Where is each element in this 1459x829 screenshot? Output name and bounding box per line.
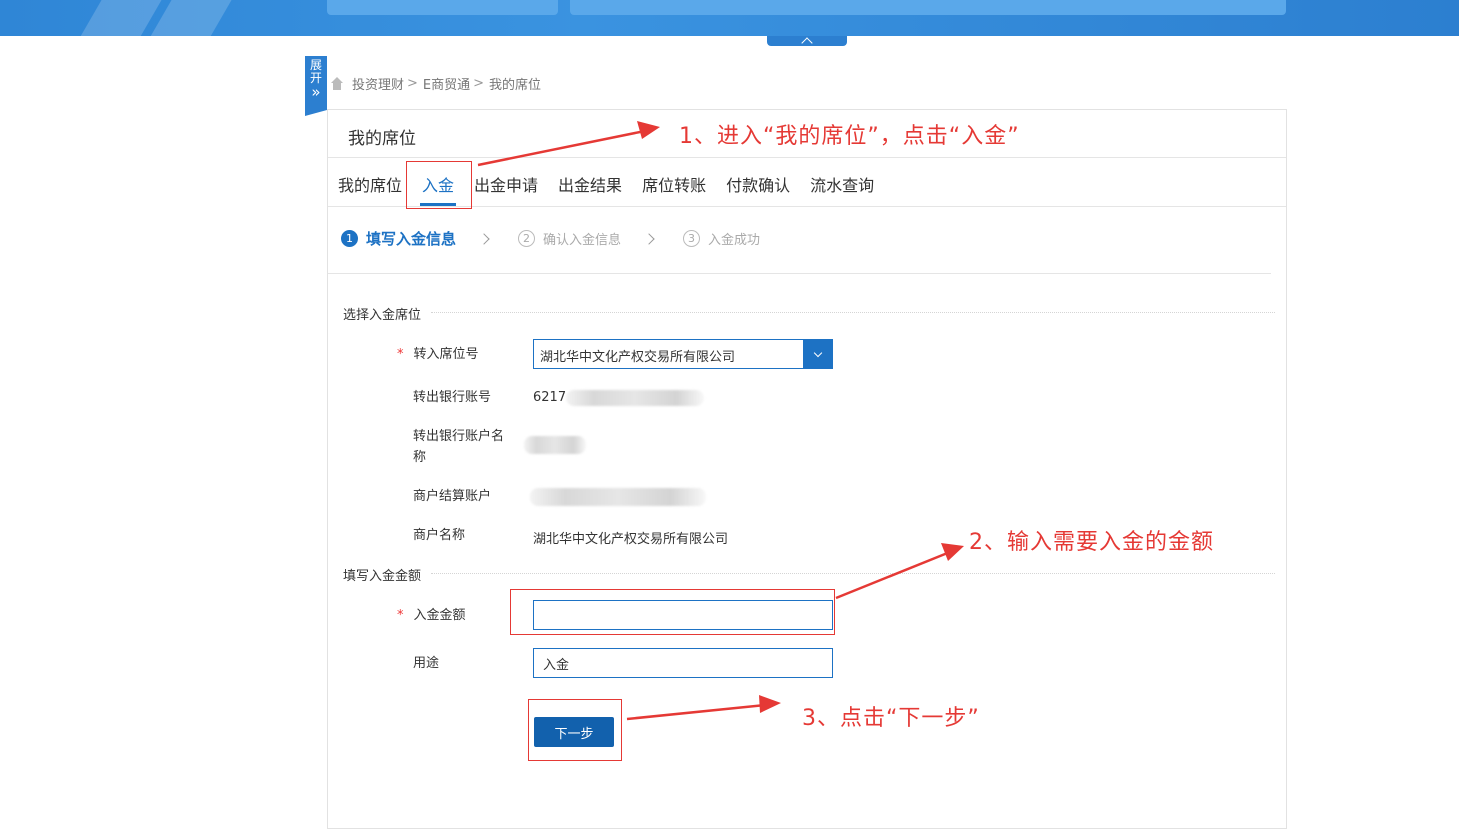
merchant-account-label: 商户结算账户: [413, 489, 492, 504]
highlight-box-amount: [510, 589, 835, 635]
tab-transaction-query[interactable]: 流水查询: [810, 172, 874, 206]
step-indicator: 1 填写入金信息 2 确认入金信息 3 入金成功: [341, 228, 760, 249]
step-number: 3: [683, 230, 701, 247]
chevron-right-icon: [643, 232, 655, 245]
purpose-label: 用途: [413, 656, 440, 671]
bank-account-label: 转出银行账号: [413, 390, 492, 405]
step-success: 3 入金成功: [683, 229, 760, 248]
bank-account-value: 6217: [533, 390, 567, 405]
annotation-step3: 3、点击“下一步”: [802, 706, 980, 731]
merchant-name-value: 湖北华中文化产权交易所有限公司: [533, 532, 729, 547]
step-confirm-info: 2 确认入金信息: [518, 229, 621, 248]
step-number: 1: [341, 230, 358, 247]
banner-panel-right: [570, 0, 1286, 15]
breadcrumb-item[interactable]: E商贸通: [423, 74, 470, 93]
redacted-blur: [566, 390, 704, 406]
breadcrumb-separator: >: [407, 76, 418, 91]
seat-select[interactable]: 湖北华中文化产权交易所有限公司: [533, 339, 833, 369]
step-number: 2: [518, 230, 536, 247]
top-banner: [0, 0, 1459, 36]
annotation-step1: 1、进入“我的席位”，点击“入金”: [679, 124, 1020, 149]
purpose-input[interactable]: [533, 648, 833, 678]
redacted-blur: [530, 488, 706, 506]
highlight-box-deposit-tab: [406, 161, 472, 209]
seat-label: * 转入席位号: [397, 347, 479, 362]
divider: [328, 157, 1286, 158]
section-title-amount: 填写入金金额: [343, 569, 422, 584]
seat-select-value: 湖北华中文化产权交易所有限公司: [540, 350, 736, 365]
required-mark: *: [397, 608, 404, 623]
merchant-name-label: 商户名称: [413, 528, 466, 543]
annotation-step2: 2、输入需要入金的金额: [969, 530, 1214, 555]
expand-sidebar-button[interactable]: 展 开 »: [305, 56, 327, 116]
collapse-banner-button[interactable]: [767, 36, 847, 49]
home-icon[interactable]: [330, 77, 344, 90]
required-mark: *: [397, 347, 404, 362]
page-title: 我的席位: [348, 129, 416, 149]
section-title-seat: 选择入金席位: [343, 308, 422, 323]
chevron-up-icon: [801, 37, 813, 49]
tab-withdraw-apply[interactable]: 出金申请: [474, 172, 538, 206]
banner-panel-left: [327, 0, 558, 15]
redacted-blur: [524, 436, 586, 454]
tab-seat-transfer[interactable]: 席位转账: [642, 172, 706, 206]
section-divider: [431, 312, 1275, 313]
breadcrumb-item[interactable]: 投资理财: [352, 74, 404, 93]
step-fill-info: 1 填写入金信息: [341, 228, 456, 249]
double-chevron-right-icon: »: [311, 83, 321, 101]
highlight-box-next: [528, 699, 622, 761]
tab-payment-confirm[interactable]: 付款确认: [726, 172, 790, 206]
chevron-right-icon: [478, 232, 490, 245]
breadcrumb: 投资理财 > E商贸通 > 我的席位: [330, 74, 541, 93]
breadcrumb-separator: >: [473, 76, 485, 91]
section-divider: [431, 573, 1275, 574]
step-label: 填写入金信息: [366, 230, 457, 248]
amount-label: * 入金金额: [397, 608, 466, 623]
chevron-down-icon: [813, 348, 822, 357]
step-label: 确认入金信息: [543, 233, 622, 248]
tab-my-seat[interactable]: 我的席位: [338, 172, 402, 206]
divider: [328, 273, 1271, 274]
tab-withdraw-result[interactable]: 出金结果: [558, 172, 622, 206]
dropdown-button[interactable]: [803, 340, 832, 368]
breadcrumb-item[interactable]: 我的席位: [489, 74, 541, 93]
step-label: 入金成功: [708, 233, 761, 248]
bank-name-label: 转出银行账户名称: [413, 429, 505, 465]
